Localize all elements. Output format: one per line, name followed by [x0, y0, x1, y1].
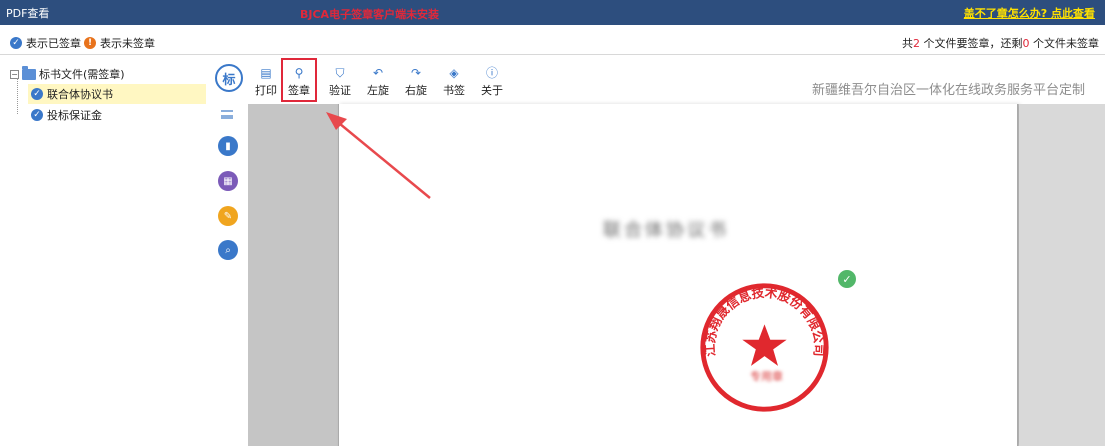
shield-icon: ⛉: [335, 66, 345, 80]
document-icon[interactable]: ▮: [218, 136, 238, 156]
viewer-toolbar: ▤ 打印 ⚲ 签章 ⛉ 验证 ↶ 左旋 ↷ 右旋 ◈ 书签 ⓘ 关于 新疆维吾尔…: [248, 56, 1105, 104]
verify-button[interactable]: ⛉ 验证: [322, 66, 358, 98]
tool-label: 书签: [443, 84, 465, 97]
about-button[interactable]: ⓘ 关于: [474, 66, 510, 98]
title-bar: PDF查看 BJCA电子签章客户端未安装 盖不了章怎么办? 点此查看: [0, 0, 1105, 25]
tool-label: 右旋: [405, 84, 427, 97]
bookmark-button[interactable]: ◈ 书签: [436, 66, 472, 98]
sign-button[interactable]: ⚲ 签章: [281, 58, 317, 102]
tree-root[interactable]: − 标书文件(需签章): [10, 65, 125, 82]
info-icon: ⓘ: [485, 66, 498, 80]
legend-signed-label: 表示已签章: [26, 37, 81, 50]
sign-summary: 共2 个文件要签章，还剩0 个文件未签章: [902, 35, 1099, 51]
summary-total: 2: [913, 37, 920, 50]
rotate-left-button[interactable]: ↶ 左旋: [360, 66, 396, 98]
company-seal[interactable]: 江苏翔晟信息技术股份有限公司: [697, 280, 832, 415]
check-circle-icon: ✓: [10, 37, 22, 49]
tool-label: 打印: [255, 84, 277, 97]
legend-unsigned-label: 表示未签章: [100, 37, 155, 50]
tree-item-label: 投标保证金: [47, 109, 102, 122]
signature-valid-icon: ✓: [838, 270, 856, 288]
rotate-right-button[interactable]: ↷ 右旋: [398, 66, 434, 98]
user-stamp-icon: ⚲: [294, 66, 304, 80]
tree-item-label: 联合体协议书: [47, 88, 113, 101]
pdf-viewer: 联合体协议书 ✓ 江苏翔晟信息技术股份有限公司 专用章: [248, 104, 1105, 446]
tree-root-label: 标书文件(需签章): [39, 68, 125, 81]
legend-signed: ✓ 表示已签章: [10, 35, 81, 51]
summary-suffix: 个文件未签章: [1029, 37, 1099, 50]
seal-star: [742, 324, 787, 366]
viewer-sidebar: 标 ▮ ▦ ✎ ⌕: [208, 56, 248, 446]
seal-subtext: 专用章: [750, 370, 783, 383]
tree-connector: [17, 78, 27, 114]
legend-unsigned: ! 表示未签章: [84, 35, 155, 51]
rotate-right-icon: ↷: [410, 66, 422, 80]
grid-icon[interactable]: ▦: [218, 171, 238, 191]
exclamation-circle-icon: !: [84, 37, 96, 49]
bookmark-tag-icon: ◈: [449, 66, 459, 80]
print-button[interactable]: ▤ 打印: [248, 66, 284, 98]
pdf-page: 联合体协议书 ✓ 江苏翔晟信息技术股份有限公司 专用章: [338, 104, 1018, 446]
app-title: PDF查看: [6, 7, 50, 20]
printer-icon: ▤: [260, 66, 272, 80]
tree-item-joint-agreement[interactable]: ✓ 联合体协议书: [28, 84, 206, 104]
search-icon[interactable]: ⌕: [218, 240, 238, 260]
tool-label: 签章: [288, 84, 310, 97]
help-link[interactable]: 盖不了章怎么办? 点此查看: [964, 5, 1095, 21]
check-circle-icon: ✓: [31, 88, 43, 100]
summary-remaining: 0: [1022, 37, 1030, 50]
tool-label: 左旋: [367, 84, 389, 97]
menu-icon[interactable]: [221, 110, 233, 119]
title-warning: BJCA电子签章客户端未安装: [300, 8, 440, 21]
summary-mid: 个文件要签章，还剩: [920, 37, 1023, 50]
file-tree: − 标书文件(需签章) ✓ 联合体协议书 ✓ 投标保证金: [0, 56, 208, 446]
legend-bar: ✓ 表示已签章 ! 表示未签章 共2 个文件要签章，还剩0 个文件未签章: [0, 25, 1105, 55]
check-circle-icon: ✓: [31, 109, 43, 121]
summary-prefix: 共: [902, 37, 913, 50]
bid-logo-icon: 标: [215, 64, 243, 92]
tool-label: 验证: [329, 84, 351, 97]
tool-label: 关于: [481, 84, 503, 97]
tree-item-bid-bond[interactable]: ✓ 投标保证金: [28, 105, 108, 125]
platform-name: 新疆维吾尔自治区一体化在线政务服务平台定制: [811, 83, 1085, 98]
rotate-left-icon: ↶: [372, 66, 384, 80]
pen-icon[interactable]: ✎: [218, 206, 238, 226]
document-title: 联合体协议书: [603, 220, 729, 241]
viewer-scrollbar[interactable]: [1019, 104, 1105, 446]
